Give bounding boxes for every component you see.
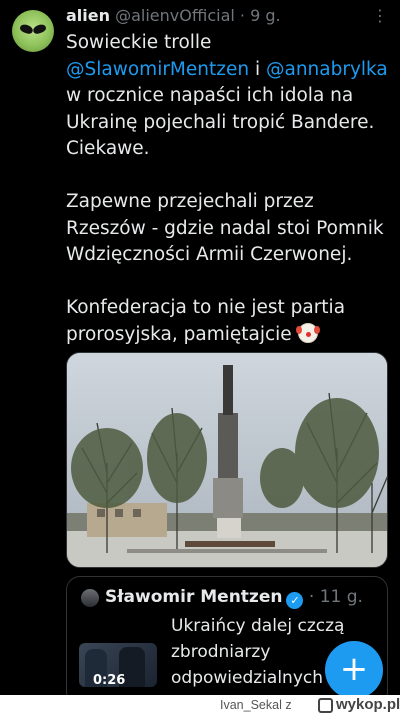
alien-eye-right: [32, 23, 47, 35]
watermark-user: Ivan_Sekal z: [220, 698, 292, 712]
quoted-separator: ·: [303, 587, 320, 607]
user-handle[interactable]: @alienvOfficial: [115, 6, 235, 25]
tweet-line: Ukrainę pojechali tropić Bandere.: [66, 111, 375, 133]
tweet-photo[interactable]: [66, 352, 388, 568]
tweet-line: @SlawomirMentzen i @annabrylka: [66, 57, 391, 84]
tweet-text: Sowieckie trolle @SlawomirMentzen i @ann…: [66, 30, 391, 348]
mention-link[interactable]: @annabrylka: [266, 59, 388, 80]
mention-link[interactable]: @SlawomirMentzen: [66, 59, 249, 80]
tweet-line: Wdzięczności Armii Czerwonej.: [66, 244, 353, 265]
quoted-tweet-time[interactable]: 11 g.: [320, 587, 363, 607]
video-duration: 0:26: [93, 673, 126, 688]
more-options-icon[interactable]: ⋮: [370, 8, 390, 28]
clown-nose: [305, 331, 311, 337]
tweet-line: Sowieckie trolle: [66, 32, 212, 53]
quoted-user-avatar[interactable]: [81, 589, 99, 607]
tweet-line-text: i: [249, 58, 266, 80]
watermark-bar: Ivan_Sekal z wykop.pl: [0, 695, 400, 716]
tweet-line-text: Konfederacja to nie jest partia: [66, 297, 346, 318]
tweet-line: Ciekawe.: [66, 138, 150, 159]
display-name[interactable]: alien: [66, 6, 110, 25]
tweet-line-text: prorosyjska, pamiętajcie: [66, 323, 298, 345]
tweet-line: Rzeszów - gdzie nadal stoi Pomnik: [66, 217, 384, 239]
tweet-line: Zapewne przejechali przez: [66, 191, 314, 212]
user-avatar[interactable]: [12, 10, 54, 52]
monument-photo: [67, 353, 387, 567]
watermark-site: wykop.pl: [336, 696, 400, 713]
tweet-card[interactable]: alien @alienvOfficial · 9 g. ⋮ Sowieckie…: [0, 0, 400, 706]
tweet-line: prorosyjska, pamiętajcie: [66, 322, 391, 349]
compose-button[interactable]: +: [325, 641, 383, 699]
tweet-time[interactable]: 9 g.: [250, 6, 281, 25]
quoted-line: Ukraińcy dalej czczą: [171, 616, 345, 636]
verified-badge-icon: ✓: [286, 592, 304, 609]
clown-face-icon: [295, 322, 320, 343]
header-separator: ·: [234, 6, 251, 25]
tweet-header: alien @alienvOfficial · 9 g.: [66, 6, 386, 30]
quoted-display-name[interactable]: Sławomir Mentzen: [105, 587, 282, 607]
alien-eye-left: [19, 23, 34, 35]
wykop-logo-icon: [318, 698, 333, 713]
tweet-line: w rocznice napaści ich idola na: [66, 85, 354, 106]
quoted-tweet-header: Sławomir Mentzen ✓ · 11 g.: [105, 587, 385, 611]
